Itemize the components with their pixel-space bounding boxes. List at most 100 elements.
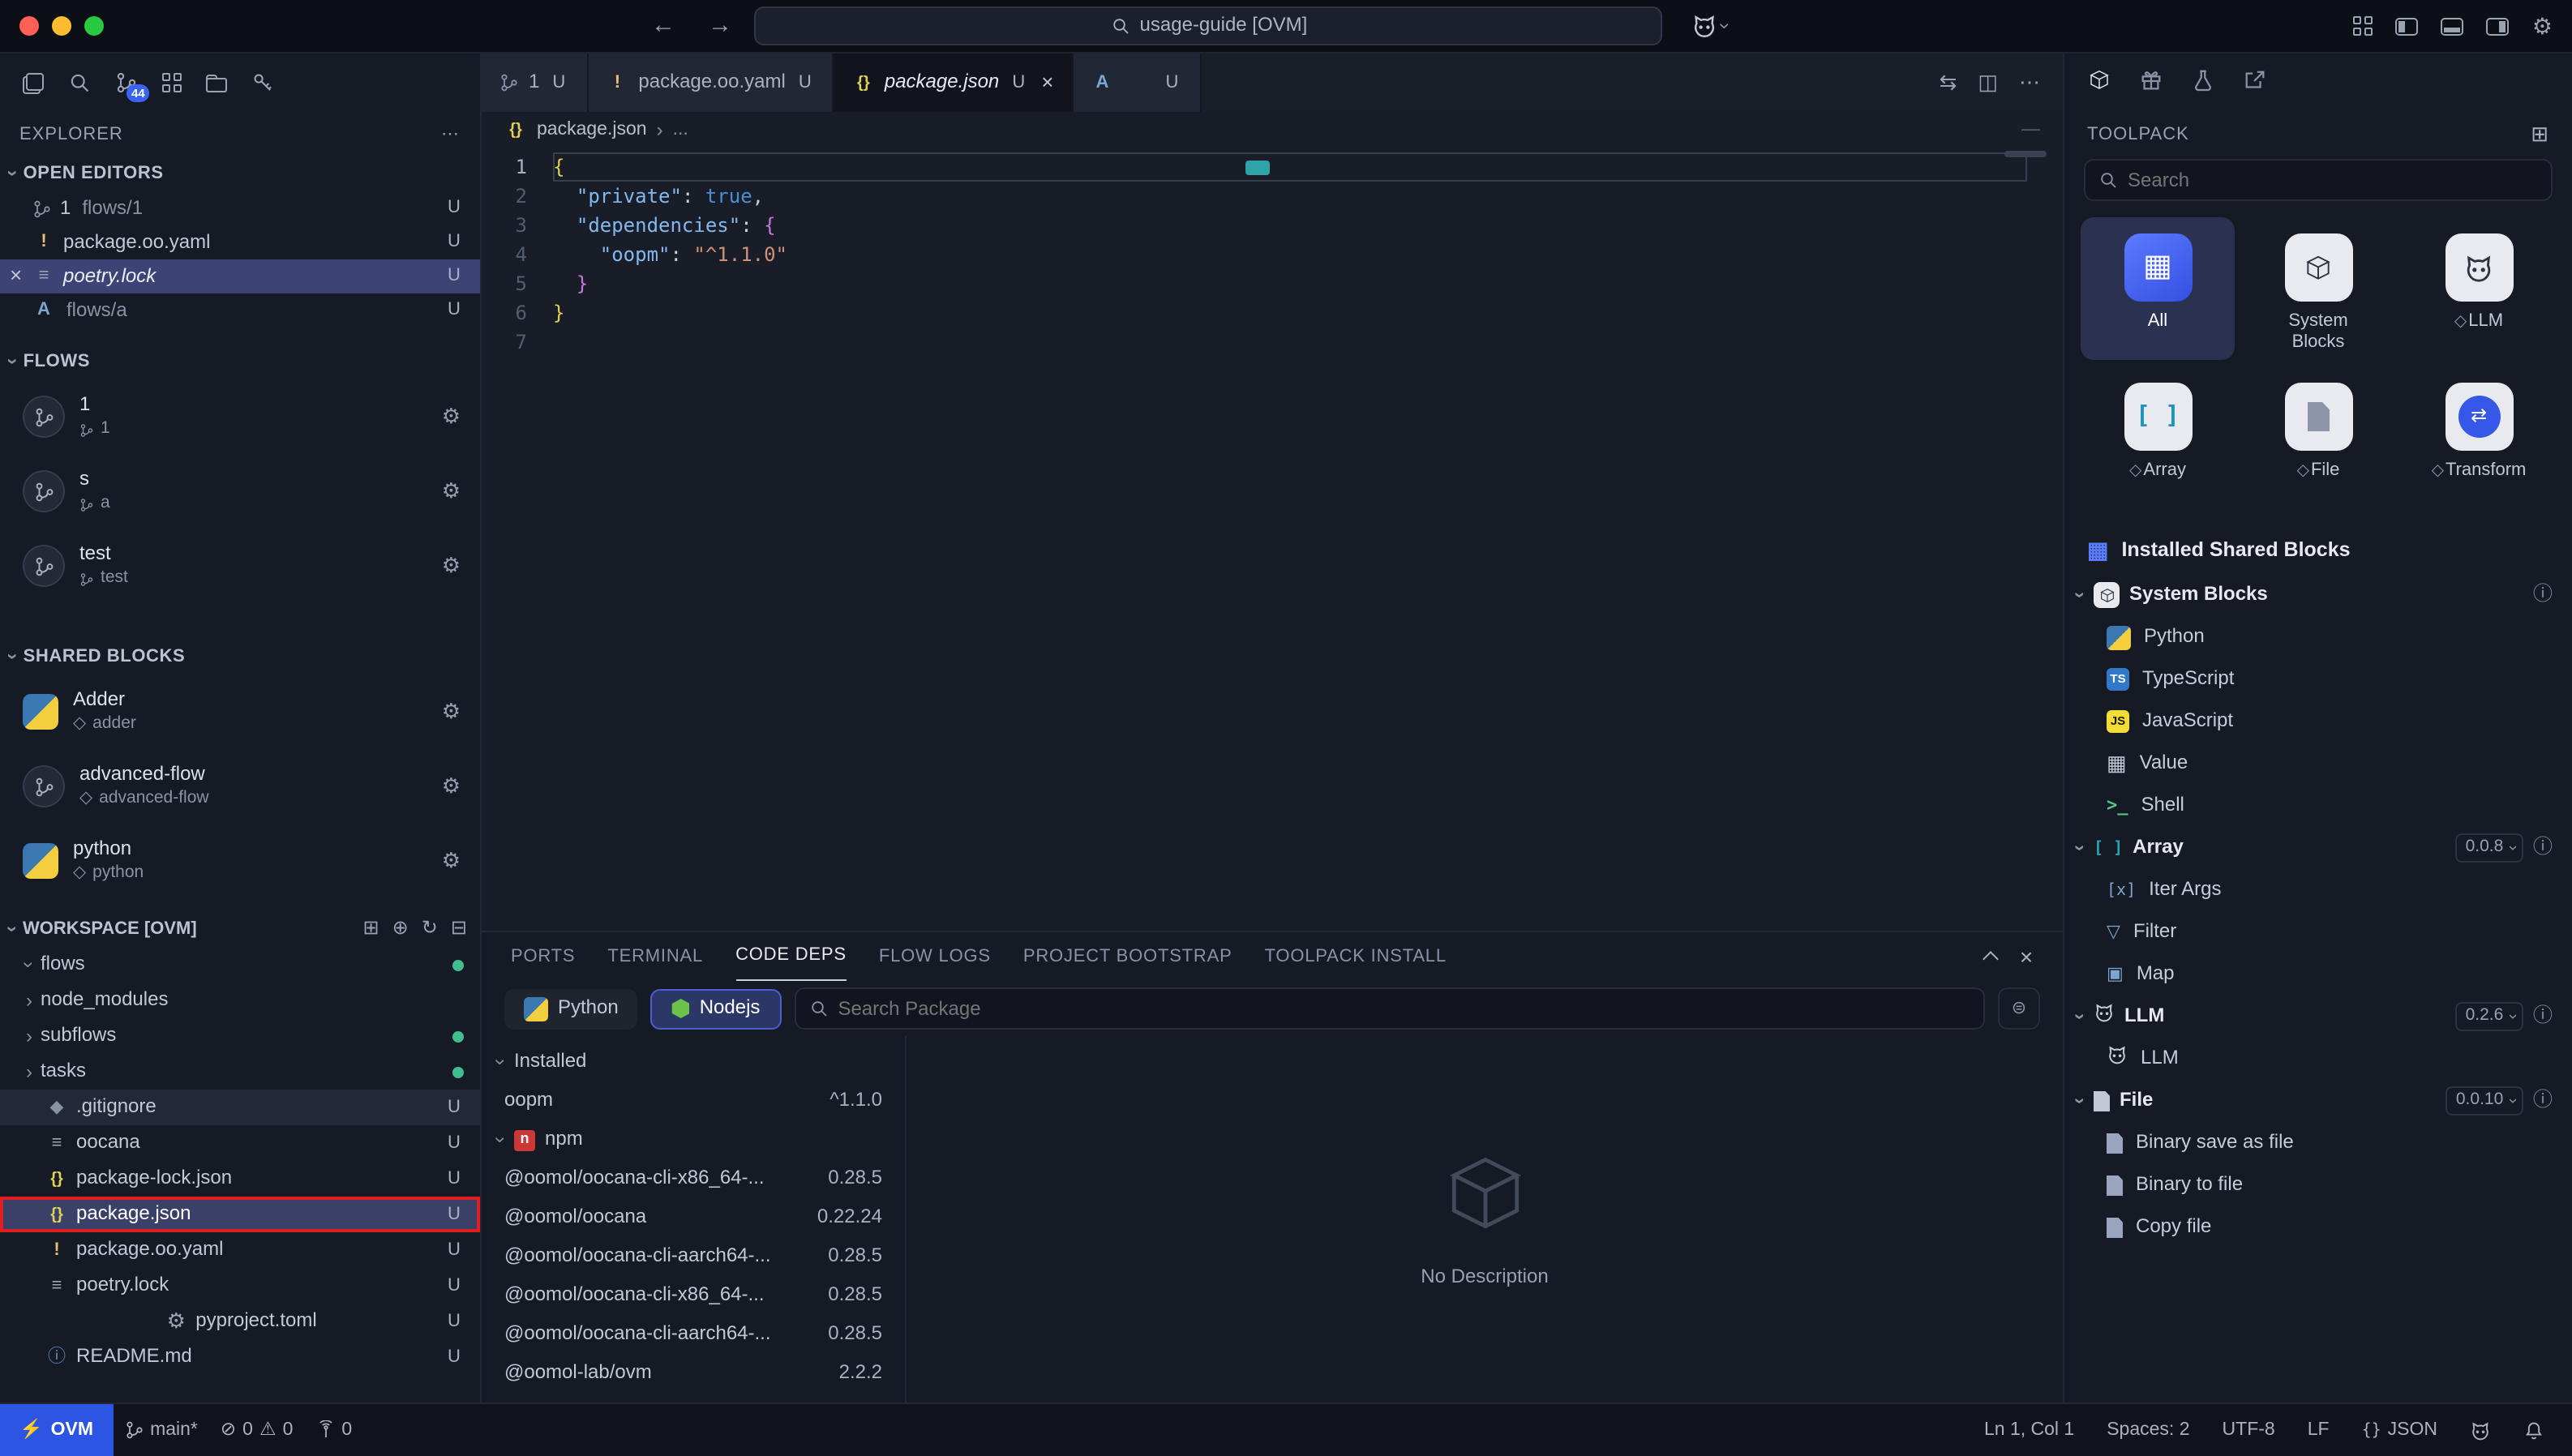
tree-file-package-lock-json[interactable]: {} package-lock.json U <box>0 1161 480 1197</box>
flow-settings-gear-icon[interactable]: ⚙ <box>442 552 461 580</box>
flow-settings-gear-icon[interactable]: ⚙ <box>442 477 461 505</box>
shared-block-item[interactable]: python ◇python ⚙ <box>0 824 480 898</box>
package-row[interactable]: @oomol/oocana-cli-x86_64-... 0.28.5 <box>482 1159 905 1198</box>
compare-changes-icon[interactable]: ⇆ <box>1940 69 1957 96</box>
indentation[interactable]: Spaces: 2 <box>2095 1418 2201 1442</box>
package-search-option-button[interactable]: ⊜ <box>1998 987 2040 1030</box>
new-folder-icon[interactable]: ⊕ <box>392 916 409 941</box>
info-icon[interactable]: ⓘ <box>2533 582 2553 607</box>
tab-code-deps[interactable]: CODE DEPS <box>735 932 847 981</box>
block-typescript[interactable]: TS TypeScript <box>2064 658 2572 700</box>
oomol-cat-icon[interactable] <box>2458 1420 2502 1441</box>
tab-project-bootstrap[interactable]: PROJECT BOOTSTRAP <box>1023 932 1232 981</box>
code-editor[interactable]: 1 { 2 "private": true, 3 "dependencies":… <box>482 148 2063 931</box>
search-icon[interactable] <box>68 71 91 94</box>
maximize-panel-icon[interactable] <box>1983 951 2000 967</box>
flask-icon[interactable] <box>2191 67 2215 99</box>
package-row[interactable]: @oomol/oocana-cli-x86_64-... 0.28.5 <box>482 1276 905 1315</box>
block-llm[interactable]: LLM <box>2064 1038 2572 1080</box>
flow-item[interactable]: 1 1 ⚙ <box>0 379 480 454</box>
block-settings-gear-icon[interactable]: ⚙ <box>442 847 461 875</box>
close-panel-icon[interactable]: × <box>2020 942 2034 971</box>
block-settings-gear-icon[interactable]: ⚙ <box>442 773 461 800</box>
refresh-icon[interactable]: ↻ <box>422 916 438 941</box>
tree-folder-tasks[interactable]: › tasks <box>0 1054 480 1090</box>
close-window-button[interactable] <box>19 16 39 36</box>
tree-file-package-oo-yaml[interactable]: ! package.oo.yaml U <box>0 1232 480 1268</box>
maximize-window-button[interactable] <box>84 16 104 36</box>
block-binary-save-as-file[interactable]: Binary save as file <box>2064 1122 2572 1164</box>
package-row[interactable]: oopm ^1.1.0 <box>482 1081 905 1120</box>
tree-folder-node-modules[interactable]: › node_modules <box>0 983 480 1018</box>
info-icon[interactable]: ⓘ <box>2533 1004 2553 1029</box>
command-center-search[interactable]: usage-guide [OVM] <box>755 6 1663 45</box>
workspace-header[interactable]: › WORKSPACE [OVM] ⊞ ⊕ ↻ ⊟ <box>0 911 480 947</box>
category-file[interactable]: ◇File <box>2241 366 2395 509</box>
version-select[interactable]: 0.2.6› <box>2456 1002 2523 1030</box>
forward-icon[interactable]: → <box>698 11 742 42</box>
flow-settings-gear-icon[interactable]: ⚙ <box>442 403 461 430</box>
section-file[interactable]: › File 0.0.10› ⓘ <box>2064 1080 2572 1122</box>
remote-indicator[interactable]: ⚡ OVM <box>0 1404 113 1456</box>
installed-group-header[interactable]: › Installed <box>482 1043 905 1081</box>
category-system-blocks[interactable]: System Blocks <box>2241 217 2395 360</box>
ports-indicator[interactable]: 0 <box>304 1418 363 1442</box>
tab-ports[interactable]: PORTS <box>511 932 575 981</box>
tree-file-poetry-lock[interactable]: ≡ poetry.lock U <box>0 1268 480 1304</box>
share-icon[interactable] <box>2243 67 2267 99</box>
close-tab-icon[interactable]: × <box>1041 69 1053 96</box>
open-editor-item[interactable]: 1 flows/1 U <box>0 191 480 225</box>
block-filter[interactable]: ▽ Filter <box>2064 911 2572 953</box>
block-shell[interactable]: >_ Shell <box>2064 785 2572 827</box>
version-select[interactable]: 0.0.10› <box>2446 1086 2523 1115</box>
block-value[interactable]: ▦ Value <box>2064 743 2572 785</box>
breadcrumb[interactable]: {} package.json › ... — <box>482 112 2063 148</box>
toggle-left-panel-icon[interactable] <box>2396 17 2419 35</box>
toolpack-box-icon[interactable] <box>2087 67 2111 99</box>
tree-file-readme[interactable]: ⓘ README.md U <box>0 1339 480 1375</box>
blocks-icon[interactable] <box>162 73 182 92</box>
close-icon[interactable]: × <box>10 263 22 290</box>
section-llm[interactable]: › LLM 0.2.6› ⓘ <box>2064 996 2572 1038</box>
tree-folder-subflows[interactable]: › subflows <box>0 1018 480 1054</box>
eol[interactable]: LF <box>2296 1418 2341 1442</box>
package-row[interactable]: @oomol/oocana-cli-aarch64-... 0.28.5 <box>482 1315 905 1354</box>
cursor-position[interactable]: Ln 1, Col 1 <box>1973 1418 2085 1442</box>
scrollbar-thumb[interactable] <box>2004 151 2047 157</box>
flow-item[interactable]: test test ⚙ <box>0 529 480 603</box>
minimize-window-button[interactable] <box>52 16 71 36</box>
tab-terminal[interactable]: TERMINAL <box>607 932 703 981</box>
language-mode[interactable]: {} JSON <box>2351 1418 2449 1442</box>
tab-flow-a[interactable]: A U <box>1073 54 1201 112</box>
new-file-icon[interactable]: ⊞ <box>363 916 379 941</box>
tab-flow-logs[interactable]: FLOW LOGS <box>879 932 991 981</box>
shared-block-item[interactable]: advanced-flow ◇advanced-flow ⚙ <box>0 749 480 824</box>
tree-folder-flows[interactable]: › flows <box>0 947 480 983</box>
toggle-bottom-panel-icon[interactable] <box>2441 17 2464 35</box>
shared-blocks-header[interactable]: › SHARED BLOCKS <box>0 639 480 674</box>
tree-file-oocana[interactable]: ≡ oocana U <box>0 1125 480 1161</box>
block-map[interactable]: ▣ Map <box>2064 953 2572 996</box>
section-array[interactable]: › [ ] Array 0.0.8› ⓘ <box>2064 827 2572 869</box>
problems-indicator[interactable]: ⊘ 0 ⚠ 0 <box>209 1418 305 1442</box>
back-icon[interactable]: ← <box>641 11 685 42</box>
more-actions-icon[interactable]: ⋯ <box>2019 69 2040 96</box>
package-row[interactable]: @oomol/oocana-cli-aarch64-... 0.28.5 <box>482 1237 905 1276</box>
tab-toolpack-install[interactable]: TOOLPACK INSTALL <box>1265 932 1447 981</box>
toolpack-search-input[interactable] <box>2128 169 2538 191</box>
package-row[interactable]: @oomol/oocana 0.22.24 <box>482 1198 905 1237</box>
package-search-input[interactable] <box>838 997 1970 1020</box>
settings-gear-icon[interactable]: ⚙ <box>2532 11 2553 41</box>
toolpack-search[interactable] <box>2084 159 2553 201</box>
block-iter-args[interactable]: [x] Iter Args <box>2064 869 2572 911</box>
flow-item[interactable]: s a ⚙ <box>0 454 480 529</box>
new-toolpack-icon[interactable]: ⊞ <box>2531 121 2549 148</box>
git-branch[interactable]: main* <box>113 1418 209 1442</box>
category-array[interactable]: [ ] ◇Array <box>2081 366 2235 509</box>
tree-file-package-json-selected[interactable]: {} package.json U <box>0 1197 480 1232</box>
split-editor-icon[interactable]: ◫ <box>1978 69 1998 96</box>
collapse-all-icon[interactable]: ⊟ <box>451 916 467 941</box>
block-binary-to-file[interactable]: Binary to file <box>2064 1164 2572 1206</box>
nodejs-manager-button[interactable]: Nodejs <box>651 988 782 1029</box>
block-javascript[interactable]: JS JavaScript <box>2064 700 2572 743</box>
